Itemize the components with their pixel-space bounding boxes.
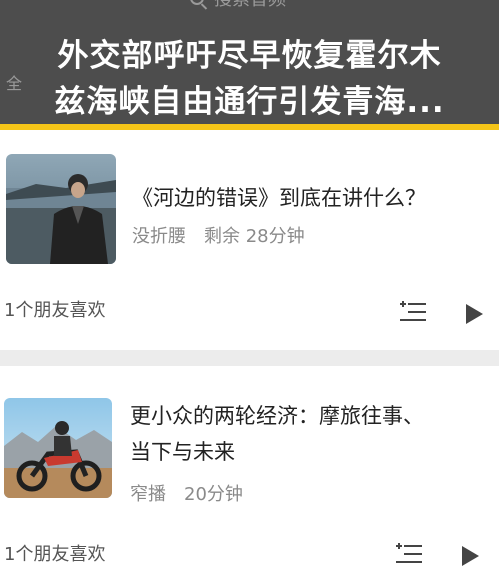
episode-remaining: 剩余 28分钟: [204, 226, 305, 247]
list-divider: [0, 350, 499, 366]
friends-like-text[interactable]: 1个朋友喜欢: [4, 296, 105, 322]
search-icon: [190, 0, 204, 5]
headline-line-1: 外交部呼吁尽早恢复霍尔木: [57, 38, 442, 74]
add-to-playlist-icon[interactable]: [400, 300, 426, 322]
episode-meta: 没折腰 剩余 28分钟: [132, 222, 305, 248]
episode-author[interactable]: 窄播: [130, 484, 166, 505]
episode-cover-image[interactable]: [6, 154, 116, 264]
search-bar[interactable]: 搜索音频: [190, 0, 340, 10]
episode-title[interactable]: 更小众的两轮经济：摩旅往事、 当下与未来: [130, 398, 490, 470]
list-item[interactable]: 《河边的错误》到底在讲什么？ 没折腰 剩余 28分钟 1个朋友喜欢: [0, 130, 499, 350]
headline-line-2: 兹海峡自由通行引发青海...: [54, 84, 445, 120]
cover-motorcycle-rider: [4, 398, 112, 498]
search-placeholder: 搜索音频: [214, 0, 286, 11]
play-icon[interactable]: [466, 304, 483, 324]
list-item[interactable]: 更小众的两轮经济：摩旅往事、 当下与未来 窄播 20分钟 1个朋友喜欢: [0, 366, 499, 586]
episode-meta: 窄播 20分钟: [130, 480, 243, 506]
cover-man-by-river: [6, 154, 116, 264]
episode-title[interactable]: 《河边的错误》到底在讲什么？: [132, 180, 492, 216]
episode-title-line-2: 当下与未来: [130, 440, 235, 464]
episode-title-line-1: 更小众的两轮经济：摩旅往事、: [130, 404, 424, 428]
friends-like-text[interactable]: 1个朋友喜欢: [4, 540, 105, 566]
episode-duration: 20分钟: [184, 484, 243, 505]
news-headline: 外交部呼吁尽早恢复霍尔木 兹海峡自由通行引发青海...: [0, 33, 499, 125]
episode-cover-image[interactable]: [4, 398, 112, 498]
header-overlay: 搜索音频 全 外交部呼吁尽早恢复霍尔木 兹海峡自由通行引发青海...: [0, 0, 499, 130]
add-to-playlist-icon[interactable]: [396, 542, 422, 564]
episode-author[interactable]: 没折腰: [132, 226, 186, 247]
play-icon[interactable]: [462, 546, 479, 566]
